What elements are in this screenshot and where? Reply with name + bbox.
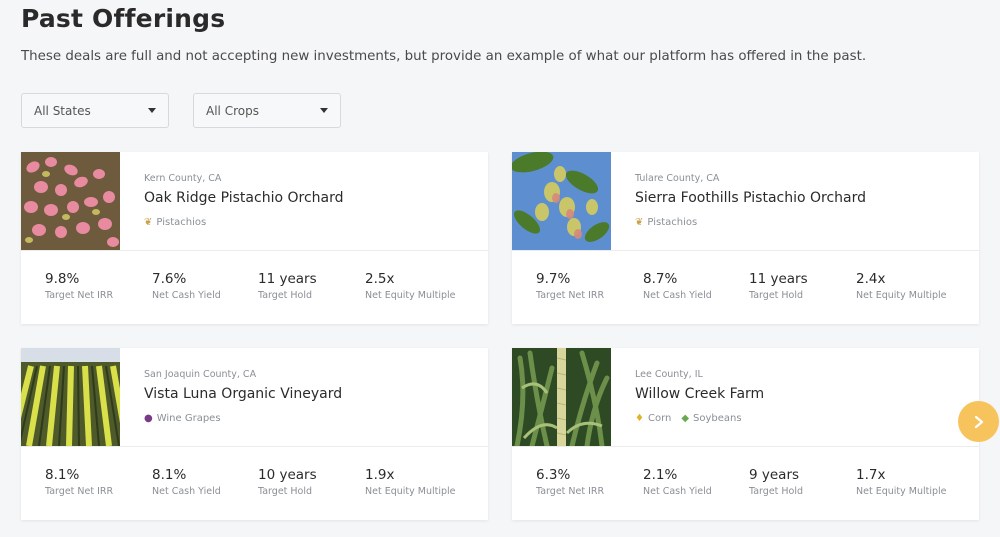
stat-label: Net Equity Multiple xyxy=(365,486,456,497)
stat-net-cash-yield: 2.1% Net Cash Yield xyxy=(643,467,712,497)
offering-card[interactable]: Tulare County, CA Sierra Foothills Pista… xyxy=(512,152,979,324)
offering-county: Lee County, IL xyxy=(635,369,703,380)
card-divider xyxy=(21,446,488,447)
offering-card[interactable]: Lee County, IL Willow Creek Farm ♦ Corn … xyxy=(512,348,979,520)
card-divider xyxy=(512,250,979,251)
stat-net-equity-multiple: 2.4x Net Equity Multiple xyxy=(856,271,947,301)
crop-label: Wine Grapes xyxy=(156,413,221,424)
stat-value: 1.9x xyxy=(365,467,395,483)
stat-label: Target Net IRR xyxy=(45,486,114,497)
offering-image xyxy=(512,152,611,250)
stat-target-hold: 11 years Target Hold xyxy=(258,271,317,301)
stat-value: 9.7% xyxy=(536,271,571,287)
crop-tag: ● Wine Grapes xyxy=(144,413,221,424)
stat-target-net-irr: 8.1% Target Net IRR xyxy=(45,467,113,497)
card-divider xyxy=(512,446,979,447)
states-filter-dropdown[interactable]: All States xyxy=(21,93,169,128)
caret-down-icon xyxy=(320,108,328,113)
crop-tag: ❦ Pistachios xyxy=(144,217,206,228)
stat-net-cash-yield: 7.6% Net Cash Yield xyxy=(152,271,221,301)
offering-name[interactable]: Oak Ridge Pistachio Orchard xyxy=(144,190,344,206)
page-title: Past Offerings xyxy=(21,4,226,33)
stat-value: 8.1% xyxy=(45,467,80,483)
offering-county: Kern County, CA xyxy=(144,173,222,184)
stat-label: Target Hold xyxy=(749,290,804,301)
stat-label: Net Equity Multiple xyxy=(856,486,947,497)
stat-target-net-irr: 6.3% Target Net IRR xyxy=(536,467,604,497)
page-subtitle: These deals are full and not accepting n… xyxy=(21,49,867,64)
offering-image xyxy=(512,348,611,446)
crops-filter-label: All Crops xyxy=(206,103,259,118)
offering-county: Tulare County, CA xyxy=(635,173,720,184)
stat-label: Target Hold xyxy=(258,486,313,497)
stat-target-net-irr: 9.7% Target Net IRR xyxy=(536,271,604,301)
stat-target-hold: 9 years Target Hold xyxy=(749,467,803,497)
stat-value: 9 years xyxy=(749,467,800,483)
stat-value: 7.6% xyxy=(152,271,187,287)
offering-name[interactable]: Vista Luna Organic Vineyard xyxy=(144,386,342,402)
carousel-next-button[interactable] xyxy=(958,401,999,442)
stat-label: Net Cash Yield xyxy=(152,486,221,497)
offering-name[interactable]: Sierra Foothills Pistachio Orchard xyxy=(635,190,866,206)
stat-net-equity-multiple: 1.7x Net Equity Multiple xyxy=(856,467,947,497)
states-filter-label: All States xyxy=(34,103,91,118)
stat-label: Target Net IRR xyxy=(536,290,605,301)
stat-label: Net Equity Multiple xyxy=(365,290,456,301)
stat-value: 2.5x xyxy=(365,271,395,287)
caret-down-icon xyxy=(148,108,156,113)
stat-value: 1.7x xyxy=(856,467,886,483)
stat-net-cash-yield: 8.7% Net Cash Yield xyxy=(643,271,712,301)
crop-label: Pistachios xyxy=(647,217,698,228)
offering-image xyxy=(21,152,120,250)
crop-label: Pistachios xyxy=(156,217,207,228)
stat-value: 2.4x xyxy=(856,271,886,287)
stat-value: 9.8% xyxy=(45,271,80,287)
stat-label: Target Net IRR xyxy=(45,290,114,301)
stat-label: Net Cash Yield xyxy=(643,290,712,301)
stat-label: Net Cash Yield xyxy=(643,486,712,497)
stat-value: 8.1% xyxy=(152,467,187,483)
crop-tag: ♦ Corn xyxy=(635,413,671,424)
stat-label: Target Net IRR xyxy=(536,486,605,497)
chevron-right-icon xyxy=(974,415,983,428)
stat-label: Net Equity Multiple xyxy=(856,290,947,301)
crops-filter-dropdown[interactable]: All Crops xyxy=(193,93,341,128)
soybean-icon: ◆ xyxy=(681,412,690,424)
stat-label: Net Cash Yield xyxy=(152,290,221,301)
crop-tag: ❦ Pistachios xyxy=(635,217,697,228)
stat-value: 2.1% xyxy=(643,467,678,483)
corn-icon: ♦ xyxy=(635,412,644,424)
offering-card[interactable]: San Joaquin County, CA Vista Luna Organi… xyxy=(21,348,488,520)
offering-county: San Joaquin County, CA xyxy=(144,369,257,380)
stat-net-equity-multiple: 2.5x Net Equity Multiple xyxy=(365,271,456,301)
stat-label: Target Hold xyxy=(749,486,804,497)
pistachio-icon: ❦ xyxy=(144,216,153,228)
stat-target-net-irr: 9.8% Target Net IRR xyxy=(45,271,113,301)
grape-icon: ● xyxy=(144,412,153,424)
crop-label: Soybeans xyxy=(693,413,742,424)
crop-tag: ◆ Soybeans xyxy=(681,413,741,424)
pistachio-icon: ❦ xyxy=(635,216,644,228)
stat-value: 8.7% xyxy=(643,271,678,287)
stat-value: 6.3% xyxy=(536,467,571,483)
offering-image xyxy=(21,348,120,446)
stat-label: Target Hold xyxy=(258,290,313,301)
crop-label: Corn xyxy=(647,413,672,424)
offering-card[interactable]: Kern County, CA Oak Ridge Pistachio Orch… xyxy=(21,152,488,324)
stat-target-hold: 11 years Target Hold xyxy=(749,271,808,301)
card-divider xyxy=(21,250,488,251)
stat-net-cash-yield: 8.1% Net Cash Yield xyxy=(152,467,221,497)
stat-value: 11 years xyxy=(749,271,808,287)
stat-value: 10 years xyxy=(258,467,317,483)
offering-name[interactable]: Willow Creek Farm xyxy=(635,386,764,402)
stat-target-hold: 10 years Target Hold xyxy=(258,467,317,497)
stat-net-equity-multiple: 1.9x Net Equity Multiple xyxy=(365,467,456,497)
stat-value: 11 years xyxy=(258,271,317,287)
